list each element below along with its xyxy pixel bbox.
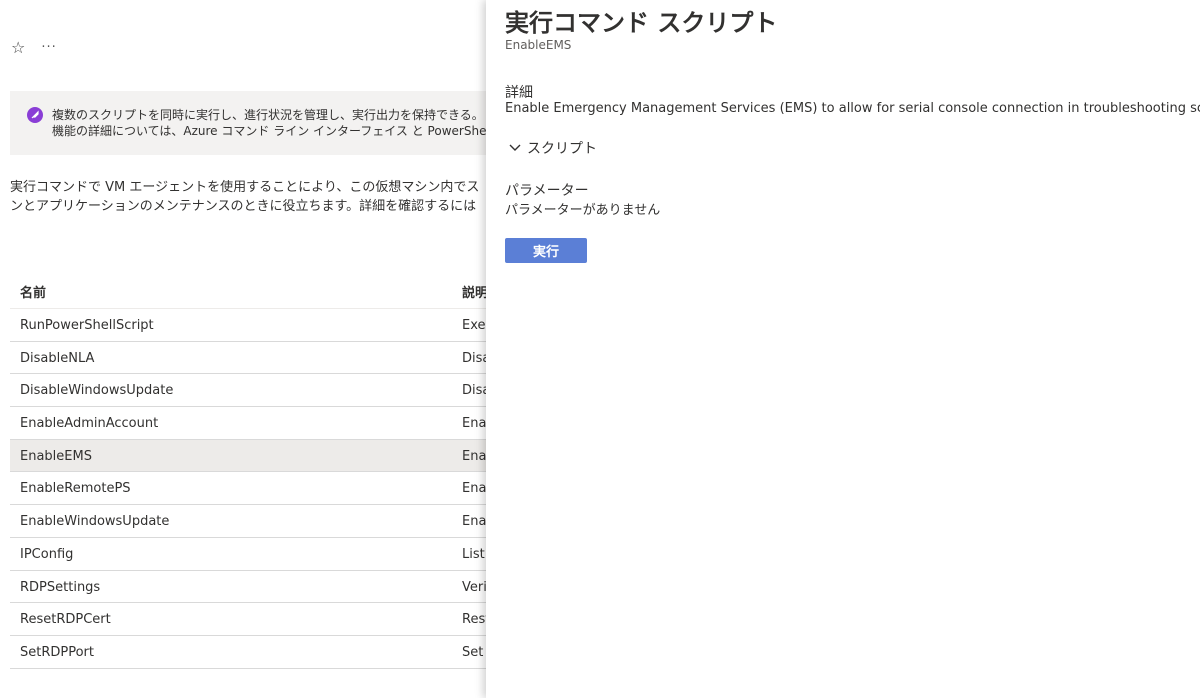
details-text: Enable Emergency Management Services (EM… [505, 101, 1200, 116]
star-icon[interactable]: ☆ [11, 38, 25, 58]
table-row[interactable]: EnableAdminAccount Enal [10, 407, 490, 440]
info-banner-text: 複数のスクリプトを同時に実行し、進行状況を管理し、実行出力を保持できる。 機能の… [52, 107, 493, 139]
row-name[interactable]: RDPSettings [20, 580, 100, 595]
info-line-2: 機能の詳細については、Azure コマンド ライン インターフェイス と Pow… [52, 124, 494, 138]
row-description: Set [462, 644, 484, 660]
row-name[interactable]: EnableEMS [20, 449, 92, 464]
page-header-actions: ☆ ··· [11, 38, 57, 58]
script-toggle[interactable]: スクリプト [509, 138, 597, 158]
column-header-name[interactable]: 名前 [20, 282, 46, 301]
table-row[interactable]: SetRDPPort Set [10, 636, 490, 669]
table-row[interactable]: ResetRDPCert Rest [10, 603, 490, 636]
parameters-value: パラメーターがありません [505, 203, 661, 218]
panel-title: 実行コマンド スクリプト [505, 9, 778, 37]
command-table: 名前 説明 RunPowerShellScript Exec DisableNLA D… [10, 276, 493, 669]
table-body: RunPowerShellScript Exec DisableNLA Disa Dis… [10, 309, 493, 669]
row-name[interactable]: IPConfig [20, 547, 73, 562]
row-name[interactable]: RunPowerShellScript [20, 318, 154, 333]
table-row[interactable]: RDPSettings Veri [10, 571, 490, 604]
row-name[interactable]: DisableWindowsUpdate [20, 383, 173, 398]
panel-subtitle: EnableEMS [505, 38, 572, 52]
ellipsis-icon[interactable]: ··· [41, 38, 56, 58]
row-name[interactable]: DisableNLA [20, 351, 94, 366]
column-header-description[interactable]: 説明 [462, 282, 488, 301]
row-name[interactable]: EnableRemotePS [20, 481, 131, 496]
row-name[interactable]: ResetRDPCert [20, 612, 111, 627]
chevron-down-icon [509, 144, 521, 152]
row-name[interactable]: SetRDPPort [20, 645, 94, 660]
table-row[interactable]: DisableNLA Disa [10, 342, 490, 375]
row-name[interactable]: EnableAdminAccount [20, 416, 158, 431]
table-row[interactable]: EnableWindowsUpdate Enal [10, 505, 490, 538]
table-header: 名前 説明 [10, 276, 490, 309]
run-button[interactable]: 実行 [505, 238, 587, 263]
row-description: List [462, 546, 485, 562]
details-label: 詳細 [505, 85, 533, 101]
table-row[interactable]: DisableWindowsUpdate Disa [10, 374, 490, 408]
rocket-icon [27, 107, 43, 123]
table-row[interactable]: RunPowerShellScript Exec [10, 309, 493, 342]
info-banner: 複数のスクリプトを同時に実行し、進行状況を管理し、実行出力を保持できる。 機能の… [10, 91, 493, 155]
description-line-1: 実行コマンドで VM エージェントを使用することにより、この仮想マシン内でス [10, 180, 480, 195]
page-description: 実行コマンドで VM エージェントを使用することにより、この仮想マシン内でス ン… [10, 178, 479, 216]
table-row[interactable]: IPConfig List [10, 538, 490, 571]
table-row[interactable]: EnableRemotePS Enal [10, 472, 490, 506]
row-name[interactable]: EnableWindowsUpdate [20, 514, 169, 529]
script-label: スクリプト [527, 141, 597, 157]
run-command-panel: 実行コマンド スクリプト EnableEMS 詳細 Enable Emergen… [486, 0, 1200, 698]
info-line-1: 複数のスクリプトを同時に実行し、進行状況を管理し、実行出力を保持できる。 [52, 108, 484, 122]
description-line-2: ンとアプリケーションのメンテナンスのときに役立ちます。詳細を確認するには [10, 199, 477, 214]
parameters-label: パラメーター [505, 183, 589, 199]
table-row[interactable]: EnableEMS Enal [10, 439, 490, 473]
row-description: Veri [462, 579, 487, 595]
